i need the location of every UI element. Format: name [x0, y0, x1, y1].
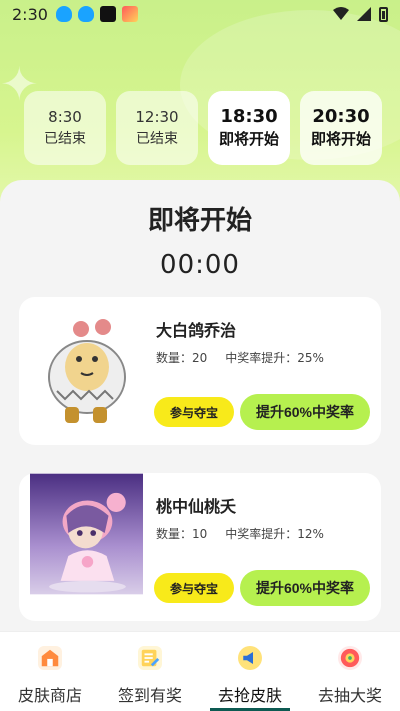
app-notification-icon [99, 6, 116, 22]
countdown-timer: 00:00 [160, 250, 240, 280]
tab-label: 皮肤商店 [17, 686, 82, 705]
time-slot-0830[interactable]: 8:30 已结束 [24, 91, 106, 165]
section-title: 即将开始 [147, 206, 252, 236]
slot-time: 18:30 [220, 106, 278, 127]
signal-icon [357, 7, 371, 21]
notification-icons [55, 6, 138, 22]
time-slot-1230[interactable]: 12:30 已结束 [116, 91, 198, 165]
slot-time: 20:30 [312, 106, 370, 127]
tab-label: 签到有奖 [117, 686, 182, 705]
time-slot-2030[interactable]: 20:30 即将开始 [300, 91, 382, 165]
tab-skin-shop[interactable]: 皮肤商店 [0, 632, 100, 711]
prize-meta: 数量：10 中奖率提升：12% [156, 525, 324, 542]
qq-notification-icon [55, 6, 72, 22]
time-slot-1830[interactable]: 18:30 即将开始 [208, 91, 290, 165]
slot-time: 8:30 [48, 108, 82, 126]
prize-boost-rate: 中奖率提升：25% [225, 351, 324, 365]
game-notification-icon [121, 6, 138, 22]
prize-quantity: 数量：10 [156, 527, 208, 541]
status-time: 2:30 [12, 4, 48, 24]
tab-checkin[interactable]: 签到有奖 [100, 632, 200, 711]
slot-time: 12:30 [135, 108, 179, 126]
megaphone-icon [238, 646, 262, 670]
tab-label: 去抽大奖 [317, 686, 382, 705]
status-bar: 2:30 [0, 0, 400, 28]
prize-quantity: 数量：20 [156, 351, 208, 365]
slot-status: 已结束 [136, 131, 178, 147]
bottom-tab-bar: 皮肤商店 签到有奖 去抢皮肤 去抽大奖 [0, 631, 400, 711]
slot-status: 即将开始 [310, 130, 371, 148]
battery-icon [379, 6, 388, 22]
prize-image-white-pigeon [48, 319, 126, 423]
shop-icon [38, 646, 62, 670]
qq-notification-icon-2 [77, 6, 94, 22]
boost-button[interactable]: 提升60%中奖率 [240, 570, 370, 606]
boost-button[interactable]: 提升60%中奖率 [240, 394, 370, 430]
prize-card: 桃中仙桃夭 数量：10 中奖率提升：12% 参与夺宝 提升60%中奖率 [19, 473, 381, 621]
prize-boost-rate: 中奖率提升：12% [225, 527, 324, 541]
wifi-icon [333, 7, 349, 20]
tab-lottery[interactable]: 去抽大奖 [300, 632, 400, 711]
prize-meta: 数量：20 中奖率提升：25% [156, 349, 324, 366]
slot-status: 即将开始 [218, 130, 279, 148]
join-button[interactable]: 参与夺宝 [154, 397, 234, 427]
tab-label: 去抢皮肤 [217, 686, 282, 705]
prize-name: 大白鸽乔治 [156, 321, 237, 340]
time-slot-list: 8:30 已结束 12:30 已结束 18:30 即将开始 20:30 即将开始 [24, 91, 400, 165]
join-button[interactable]: 参与夺宝 [154, 573, 234, 603]
checkin-icon [138, 646, 162, 670]
prize-card: 大白鸽乔治 数量：20 中奖率提升：25% 参与夺宝 提升60%中奖率 [19, 297, 381, 445]
prize-name: 桃中仙桃夭 [156, 497, 237, 516]
slot-status: 已结束 [44, 131, 86, 147]
tab-grab-skin[interactable]: 去抢皮肤 [200, 632, 300, 711]
prize-image-peach-fairy [30, 473, 143, 595]
lottery-icon [338, 646, 362, 670]
